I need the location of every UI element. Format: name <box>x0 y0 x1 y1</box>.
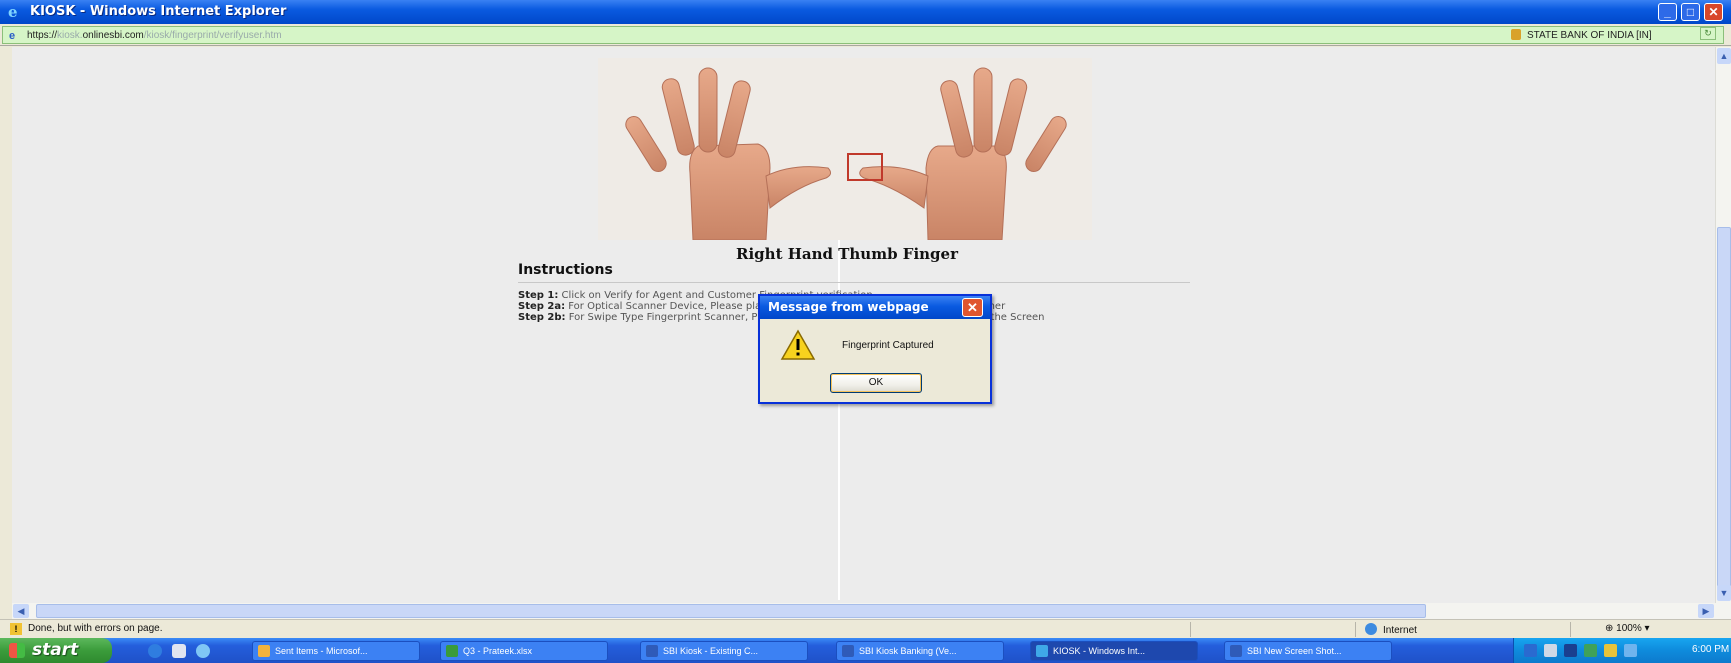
word-icon <box>1230 645 1242 657</box>
finger-title: Right Hand Thumb Finger <box>736 245 958 263</box>
tray-back-icon[interactable] <box>1524 644 1537 657</box>
clock[interactable]: 6:00 PM <box>1692 644 1729 655</box>
globe-icon <box>1365 623 1377 635</box>
tray-network-icon[interactable] <box>1544 644 1557 657</box>
start-label: start <box>32 640 79 660</box>
status-separator <box>1355 622 1356 637</box>
word-icon <box>646 645 658 657</box>
maximize-button[interactable]: □ <box>1681 3 1700 21</box>
page-icon: e <box>9 30 16 42</box>
taskbar-item-label: SBI New Screen Shot... <box>1247 646 1342 656</box>
warning-icon <box>780 329 816 360</box>
tray-update-icon[interactable] <box>1624 644 1637 657</box>
taskbar-item-label: SBI Kiosk Banking (Ve... <box>859 646 957 656</box>
windows-flag-icon <box>9 643 25 658</box>
page-error-icon[interactable]: ! <box>10 623 22 635</box>
url-prefix: https:// <box>27 30 58 41</box>
scroll-right-button[interactable]: ▶ <box>1698 604 1714 618</box>
certificate-label: STATE BANK OF INDIA [IN] <box>1527 30 1652 41</box>
url-path: /kiosk/fingerprint/verifyuser.htm <box>143 30 282 41</box>
url-subdomain: kiosk. <box>57 30 83 41</box>
address-bar: e https://kiosk.onlinesbi.com/kiosk/fing… <box>0 24 1731 46</box>
zoom-icon: ⊕ <box>1605 623 1614 634</box>
outlook-icon <box>258 645 270 657</box>
dialog-message: Fingerprint Captured <box>842 340 934 351</box>
status-text[interactable]: Done, but with errors on page. <box>28 623 163 634</box>
scroll-up-button[interactable]: ▲ <box>1717 48 1731 64</box>
minimize-button[interactable]: _ <box>1658 3 1677 21</box>
taskbar-item-label: Q3 - Prateek.xlsx <box>463 646 533 656</box>
system-tray: 6:00 PM <box>1513 638 1731 663</box>
vertical-scrollbar[interactable]: ▲ ▼ <box>1715 47 1731 603</box>
ok-button[interactable]: OK <box>830 373 922 393</box>
lock-icon <box>1511 29 1521 40</box>
quicklaunch-browser-icon[interactable] <box>148 644 162 658</box>
url-domain: onlinesbi.com <box>82 30 144 41</box>
hands-illustration <box>598 58 1092 240</box>
message-dialog: Message from webpage ✕ Fingerprint Captu… <box>758 294 992 404</box>
status-separator <box>1570 622 1571 637</box>
hands-image <box>625 67 1067 240</box>
instructions-heading: Instructions <box>518 262 613 278</box>
step-label: Step 1: <box>518 290 559 301</box>
taskbar-item-label: KIOSK - Windows Int... <box>1053 646 1146 656</box>
security-zone: Internet <box>1365 623 1417 636</box>
status-separator <box>1190 622 1191 637</box>
taskbar-item[interactable]: SBI Kiosk Banking (Ve... <box>836 641 1004 661</box>
quicklaunch-desktop-icon[interactable] <box>172 644 186 658</box>
left-edge <box>0 47 12 619</box>
refresh-icon[interactable]: ↻ <box>1700 27 1716 40</box>
status-bar: ! Done, but with errors on page. Interne… <box>0 619 1731 638</box>
close-window-button[interactable]: ✕ <box>1704 3 1723 21</box>
tray-shield-icon[interactable] <box>1564 644 1577 657</box>
step-label: Step 2b: <box>518 312 566 323</box>
ie-logo-icon: e <box>8 3 18 21</box>
window-title: KIOSK - Windows Internet Explorer <box>30 4 287 19</box>
dialog-title[interactable]: Message from webpage <box>760 296 990 319</box>
taskbar-item-active[interactable]: KIOSK - Windows Int... <box>1030 641 1198 661</box>
url-text: https://kiosk.onlinesbi.com/kiosk/finger… <box>27 30 282 41</box>
tray-app-icon[interactable] <box>1584 644 1597 657</box>
horizontal-scrollbar[interactable]: ◀ ▶ <box>12 603 1731 619</box>
step-label: Step 2a: <box>518 301 566 312</box>
start-button[interactable]: start <box>0 638 112 663</box>
taskbar-item[interactable]: SBI New Screen Shot... <box>1224 641 1392 661</box>
zoom-dropdown-icon: ▾ <box>1644 623 1650 634</box>
taskbar: start Sent Items - Microsof... Q3 - Prat… <box>0 638 1731 663</box>
taskbar-item-label: Sent Items - Microsof... <box>275 646 368 656</box>
taskbar-item[interactable]: Q3 - Prateek.xlsx <box>440 641 608 661</box>
ie-window: e KIOSK - Windows Internet Explorer _ □ … <box>0 0 1731 663</box>
scroll-left-button[interactable]: ◀ <box>13 604 29 618</box>
zoom-control[interactable]: ⊕ 100% ▾ <box>1605 623 1650 634</box>
taskbar-item-label: SBI Kiosk - Existing C... <box>663 646 759 656</box>
taskbar-item[interactable]: Sent Items - Microsof... <box>252 641 420 661</box>
taskbar-item[interactable]: SBI Kiosk - Existing C... <box>640 641 808 661</box>
url-field[interactable]: e https://kiosk.onlinesbi.com/kiosk/fing… <box>2 26 1724 44</box>
excel-icon <box>446 645 458 657</box>
zone-label: Internet <box>1383 625 1417 636</box>
zoom-level: 100% <box>1616 623 1642 634</box>
quicklaunch-ie-icon[interactable] <box>196 644 210 658</box>
security-certificate[interactable]: STATE BANK OF INDIA [IN] <box>1511 29 1652 41</box>
scroll-down-button[interactable]: ▼ <box>1717 585 1731 601</box>
title-bar[interactable]: e KIOSK - Windows Internet Explorer _ □ … <box>0 0 1731 24</box>
instructions-divider <box>518 282 1190 283</box>
horizontal-scroll-thumb[interactable] <box>36 604 1426 618</box>
ie-icon <box>1036 645 1048 657</box>
word-icon <box>842 645 854 657</box>
dialog-close-button[interactable]: ✕ <box>962 298 983 317</box>
tray-volume-icon[interactable] <box>1604 644 1617 657</box>
vertical-scroll-thumb[interactable] <box>1717 227 1731 587</box>
